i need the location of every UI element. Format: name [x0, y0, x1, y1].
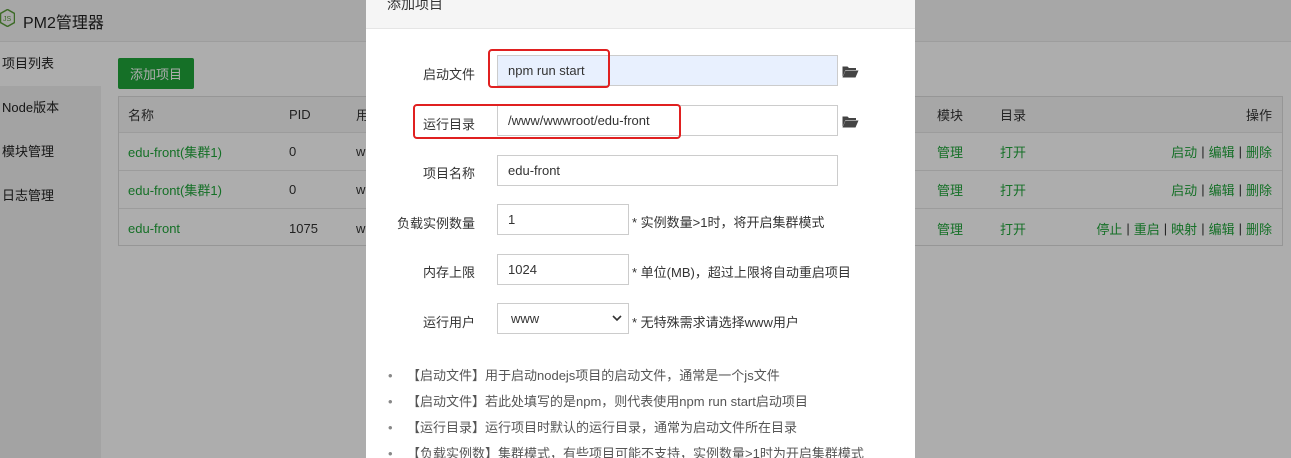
folder-open-icon[interactable] — [842, 65, 859, 78]
memory-label: 内存上限 — [422, 265, 475, 280]
memory-hint: * 单位(MB)，超过上限将自动重启项目 — [632, 265, 851, 280]
chevron-down-icon — [612, 315, 622, 322]
list-item: 【运行目录】运行项目时默认的运行目录，通常为启动文件所在目录 — [388, 419, 864, 445]
memory-input[interactable] — [497, 254, 629, 285]
run-user-selected: www — [511, 311, 540, 326]
help-notes: 【启动文件】用于启动nodejs项目的启动文件，通常是一个js文件 【启动文件】… — [388, 367, 864, 458]
instances-hint: * 实例数量>1时，将开启集群模式 — [632, 215, 825, 230]
highlight-box-start-file — [488, 49, 610, 88]
dialog-title: 添加项目 — [387, 0, 443, 12]
run-user-hint: * 无特殊需求请选择www用户 — [632, 315, 799, 330]
instances-label: 负载实例数量 — [396, 216, 475, 231]
project-name-input[interactable] — [497, 155, 838, 186]
run-user-label: 运行用户 — [422, 315, 475, 330]
highlight-box-run-dir — [413, 104, 681, 139]
add-project-dialog: 添加项目 启动文件 运行目录 项目名称 负载实例数量 * 实例数量>1时，将开启… — [366, 0, 915, 458]
dialog-header: 添加项目 — [366, 0, 915, 29]
folder-open-icon[interactable] — [842, 115, 859, 128]
list-item: 【启动文件】若此处填写的是npm，则代表使用npm run start启动项目 — [388, 393, 864, 419]
list-item: 【启动文件】用于启动nodejs项目的启动文件，通常是一个js文件 — [388, 367, 864, 393]
list-item: 【负载实例数】集群模式，有些项目可能不支持，实例数量>1时为开启集群模式 — [388, 445, 864, 458]
instances-input[interactable] — [497, 204, 629, 235]
run-user-select[interactable]: www — [497, 303, 629, 334]
start-file-label: 启动文件 — [422, 67, 475, 82]
project-name-label: 项目名称 — [422, 166, 475, 181]
